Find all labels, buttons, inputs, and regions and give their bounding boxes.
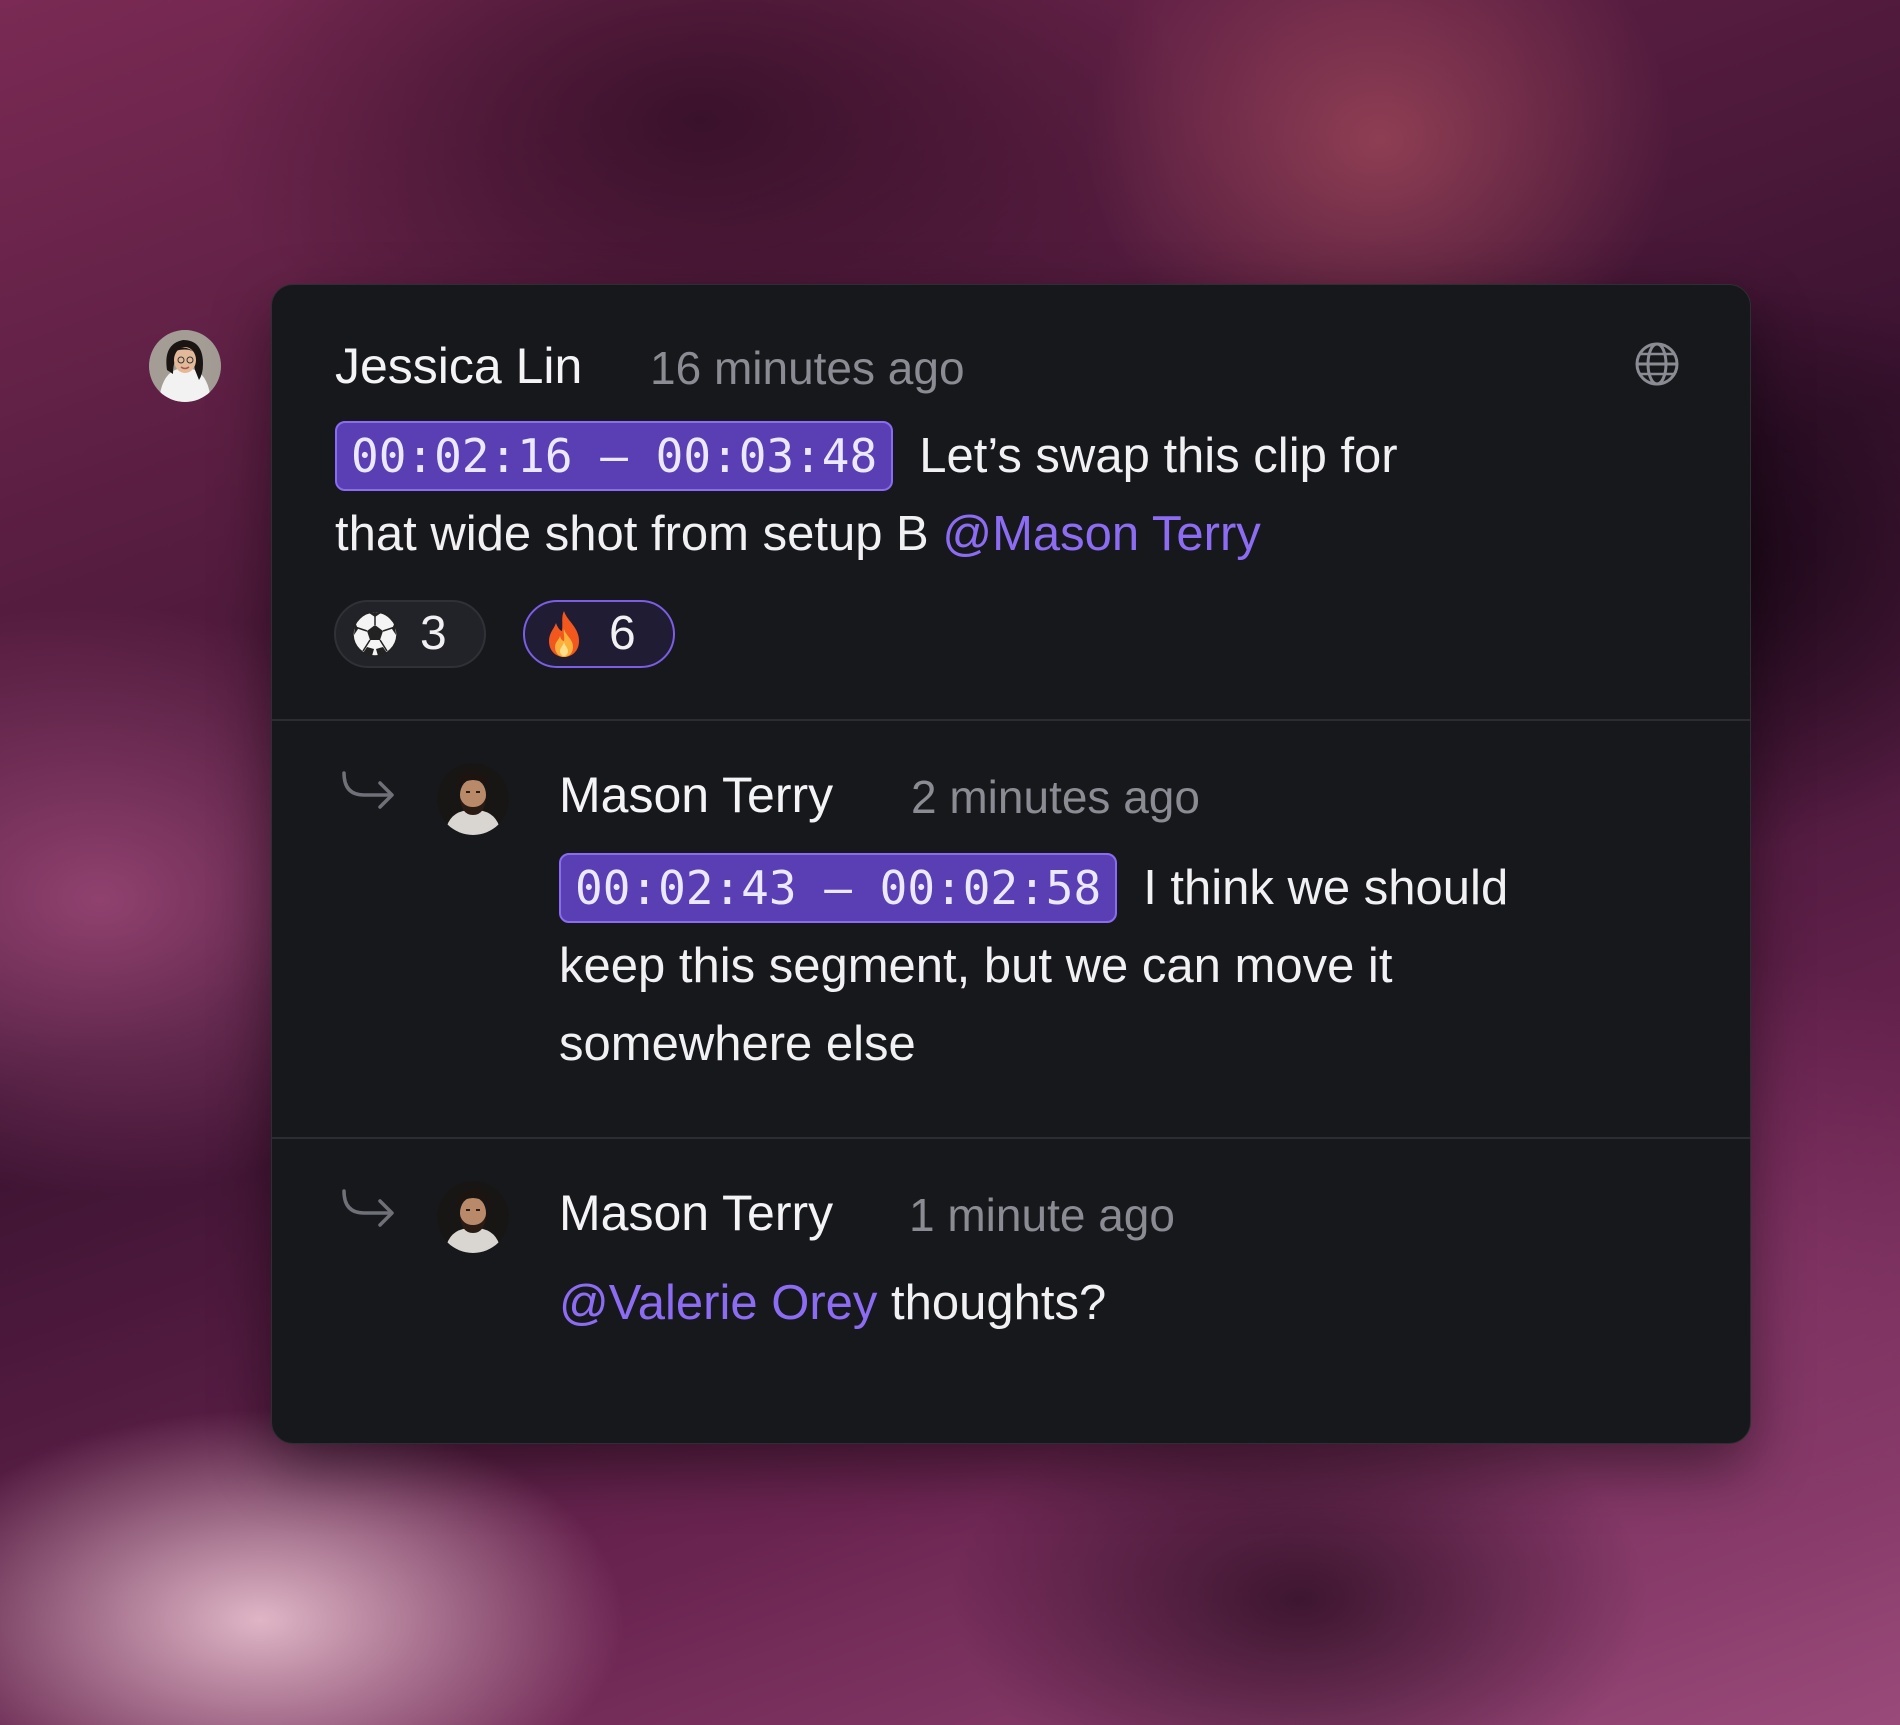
reply-arrow-icon — [342, 771, 394, 809]
avatar-jessica-lin[interactable] — [149, 330, 221, 402]
timestamp-range-chip[interactable]: 00:02:43 – 00:02:58 — [559, 853, 1118, 923]
reaction-count: 6 — [609, 607, 636, 660]
timestamp-range-chip[interactable]: 00:02:16 – 00:03:48 — [335, 421, 894, 491]
message-text: I think we should — [1143, 861, 1509, 915]
message-text: Let’s swap this clip for — [919, 429, 1398, 483]
comment-body: 00:02:16 – 00:03:48 Let’s swap this clip … — [335, 417, 1655, 573]
author-name[interactable]: Mason Terry — [559, 1188, 833, 1238]
soccer-ball-emoji — [352, 611, 398, 657]
message-text: keep this segment, but we can move it — [559, 939, 1393, 993]
comment-thread-panel: Jessica Lin 16 minutes ago 00:02:16 – 00… — [271, 284, 1751, 1444]
reply-arrow-icon — [342, 1189, 394, 1227]
comment-body: @Valerie Orey thoughts? — [559, 1264, 1689, 1342]
comment-time: 2 minutes ago — [911, 771, 1200, 823]
avatar-mason-terry[interactable] — [437, 1181, 509, 1253]
comment-time: 1 minute ago — [909, 1189, 1175, 1241]
author-name[interactable]: Jessica Lin — [335, 341, 582, 391]
reaction-soccer-ball[interactable]: 3 — [334, 600, 486, 668]
comment-time: 16 minutes ago — [650, 342, 965, 394]
reaction-count: 3 — [420, 607, 447, 660]
fire-emoji — [549, 611, 579, 657]
message-text: somewhere else — [559, 1017, 916, 1071]
root-comment: Jessica Lin 16 minutes ago 00:02:16 – 00… — [272, 285, 1750, 719]
reply-comment: Mason Terry 1 minute ago @Valerie Orey t… — [272, 1139, 1750, 1443]
message-text: thoughts? — [877, 1276, 1107, 1330]
reaction-fire[interactable]: 6 — [523, 600, 675, 668]
globe-icon[interactable] — [1633, 340, 1681, 388]
mention-link[interactable]: @Valerie Orey — [559, 1276, 877, 1330]
reply-comment: Mason Terry 2 minutes ago 00:02:43 – 00:… — [272, 721, 1750, 1137]
comment-body: 00:02:43 – 00:02:58 I think we should kee… — [559, 849, 1689, 1083]
avatar-mason-terry[interactable] — [437, 763, 509, 835]
author-name[interactable]: Mason Terry — [559, 770, 833, 820]
message-text: that wide shot from setup B — [335, 507, 943, 561]
mention-link[interactable]: @Mason Terry — [942, 507, 1260, 561]
